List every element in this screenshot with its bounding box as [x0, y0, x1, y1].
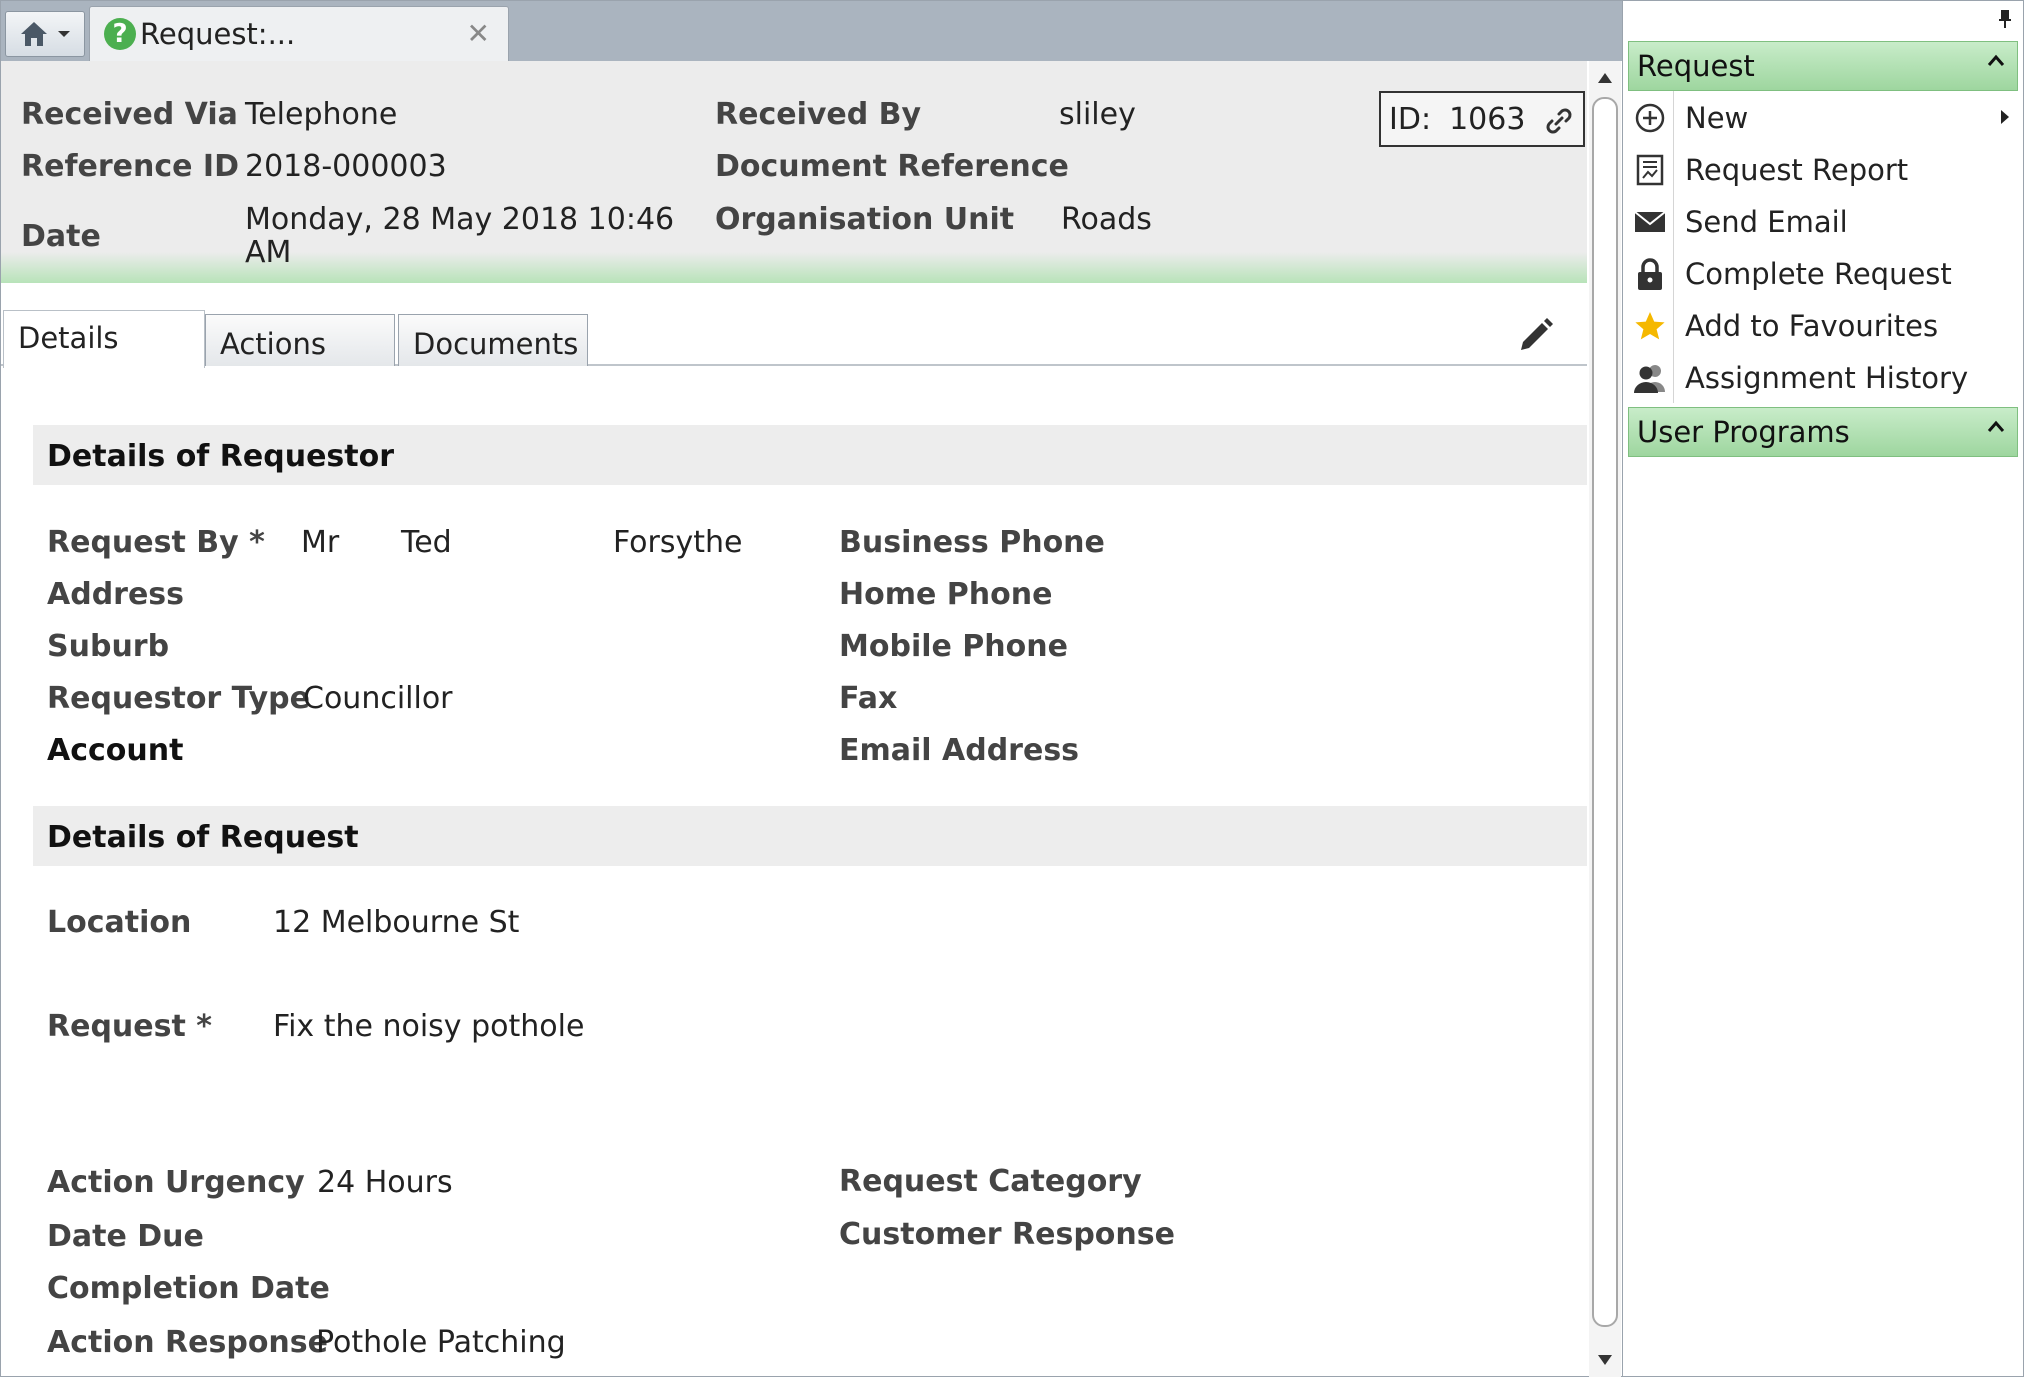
request-label: Request *	[47, 1009, 212, 1044]
requestor-first-name: Ted	[401, 525, 452, 560]
menu-item-new[interactable]: New	[1633, 93, 2013, 143]
document-reference-label: Document Reference	[715, 149, 1069, 184]
edit-pencil-icon[interactable]	[1515, 316, 1555, 356]
close-tab-icon[interactable]: ✕	[467, 17, 490, 50]
email-address-label: Email Address	[839, 733, 1080, 768]
date-label: Date	[21, 219, 101, 254]
organisation-unit-value: Roads	[1061, 202, 1152, 237]
date-value-line2: AM	[245, 235, 292, 270]
organisation-unit-label: Organisation Unit	[715, 202, 1015, 237]
received-by-value: sliley	[1059, 97, 1136, 132]
request-panel-header[interactable]: Request	[1628, 41, 2018, 91]
action-urgency-label: Action Urgency	[47, 1165, 305, 1200]
action-response-label: Action Response	[47, 1325, 328, 1360]
menu-item-label: Send Email	[1685, 205, 1848, 239]
location-label: Location	[47, 905, 192, 940]
request-by-label: Request By *	[47, 525, 265, 560]
menu-item-assignment-history[interactable]: Assignment History	[1633, 353, 2013, 403]
business-phone-label: Business Phone	[839, 525, 1105, 560]
home-icon	[21, 22, 47, 46]
mobile-phone-label: Mobile Phone	[839, 629, 1068, 664]
action-urgency-value: 24 Hours	[317, 1165, 453, 1200]
users-icon	[1633, 361, 1667, 395]
lock-icon	[1633, 257, 1667, 291]
question-status-icon: ?	[104, 18, 136, 50]
account-label[interactable]: Account	[47, 733, 183, 768]
tab-documents[interactable]: Documents	[398, 314, 588, 366]
chevron-up-icon	[1987, 420, 2005, 432]
request-category-label: Request Category	[839, 1164, 1142, 1199]
location-value: 12 Melbourne St	[273, 905, 520, 940]
menu-item-label: Add to Favourites	[1685, 309, 1939, 343]
request-description: Fix the noisy pothole	[273, 1009, 585, 1044]
received-via-value: Telephone	[245, 97, 398, 132]
task-sidebar: Request New Request Report Send Email Co…	[1622, 0, 2024, 1377]
id-label: ID:	[1389, 101, 1432, 137]
envelope-icon	[1633, 205, 1667, 239]
request-document-pane: ? Request:... ✕ Received Via Telephone R…	[0, 0, 1622, 1377]
requestor-section-header: Details of Requestor	[33, 425, 1587, 485]
star-icon	[1633, 309, 1667, 343]
menu-item-add-to-favourites[interactable]: Add to Favourites	[1633, 301, 2013, 351]
fax-label: Fax	[839, 681, 898, 716]
plus-circle-icon	[1633, 101, 1667, 135]
pin-icon[interactable]	[1997, 9, 2013, 29]
request-summary-header: Received Via Telephone Reference ID 2018…	[1, 61, 1587, 283]
menu-item-send-email[interactable]: Send Email	[1633, 197, 2013, 247]
suburb-label: Suburb	[47, 629, 170, 664]
chevron-down-icon	[58, 31, 70, 37]
id-value: 1063	[1449, 101, 1526, 137]
link-icon[interactable]	[1543, 105, 1575, 137]
address-label: Address	[47, 577, 185, 612]
customer-response-label: Customer Response	[839, 1217, 1175, 1252]
detail-tabs: Details Actions Documents	[1, 310, 1587, 368]
tab-title: Request:...	[140, 17, 296, 51]
scroll-up-arrow-icon[interactable]	[1598, 73, 1612, 83]
reference-id-value: 2018-000003	[245, 149, 447, 184]
menu-item-request-report[interactable]: Request Report	[1633, 145, 2013, 195]
received-by-label: Received By	[715, 97, 922, 132]
menu-item-label: Request Report	[1685, 153, 1909, 187]
requestor-title: Mr	[301, 525, 340, 560]
requestor-type-value: Councillor	[303, 681, 453, 716]
menu-item-label: New	[1685, 101, 1749, 135]
user-programs-panel-header[interactable]: User Programs	[1628, 407, 2018, 457]
received-via-label: Received Via	[21, 97, 238, 132]
home-phone-label: Home Phone	[839, 577, 1053, 612]
scroll-down-arrow-icon[interactable]	[1598, 1355, 1612, 1365]
home-menu-button[interactable]	[5, 11, 85, 57]
chevron-up-icon	[1987, 54, 2005, 66]
menu-item-label: Complete Request	[1685, 257, 1952, 291]
requestor-last-name: Forsythe	[613, 525, 743, 560]
requestor-type-label: Requestor Type	[47, 681, 310, 716]
completion-date-label: Completion Date	[47, 1271, 330, 1306]
request-section-header: Details of Request	[33, 806, 1587, 866]
date-value-line1: Monday, 28 May 2018 10:46	[245, 202, 675, 237]
menu-item-label: Assignment History	[1685, 361, 1969, 395]
reference-id-label: Reference ID	[21, 149, 239, 184]
tab-details[interactable]: Details	[3, 310, 205, 368]
tab-actions[interactable]: Actions	[205, 314, 395, 366]
vertical-scrollbar[interactable]	[1589, 61, 1621, 1377]
submenu-arrow-icon	[2001, 110, 2009, 124]
document-tab-strip: ? Request:... ✕	[1, 1, 1622, 61]
user-programs-panel-title: User Programs	[1637, 415, 1850, 449]
scrollbar-thumb[interactable]	[1592, 97, 1618, 1327]
request-id-box: ID: 1063	[1379, 91, 1585, 147]
date-due-label: Date Due	[47, 1219, 204, 1254]
request-panel-title: Request	[1637, 49, 1755, 83]
action-response-value: Pothole Patching	[316, 1325, 566, 1360]
report-icon	[1633, 153, 1667, 187]
menu-item-complete-request[interactable]: Complete Request	[1633, 249, 2013, 299]
request-document-tab[interactable]: ? Request:... ✕	[89, 6, 509, 61]
